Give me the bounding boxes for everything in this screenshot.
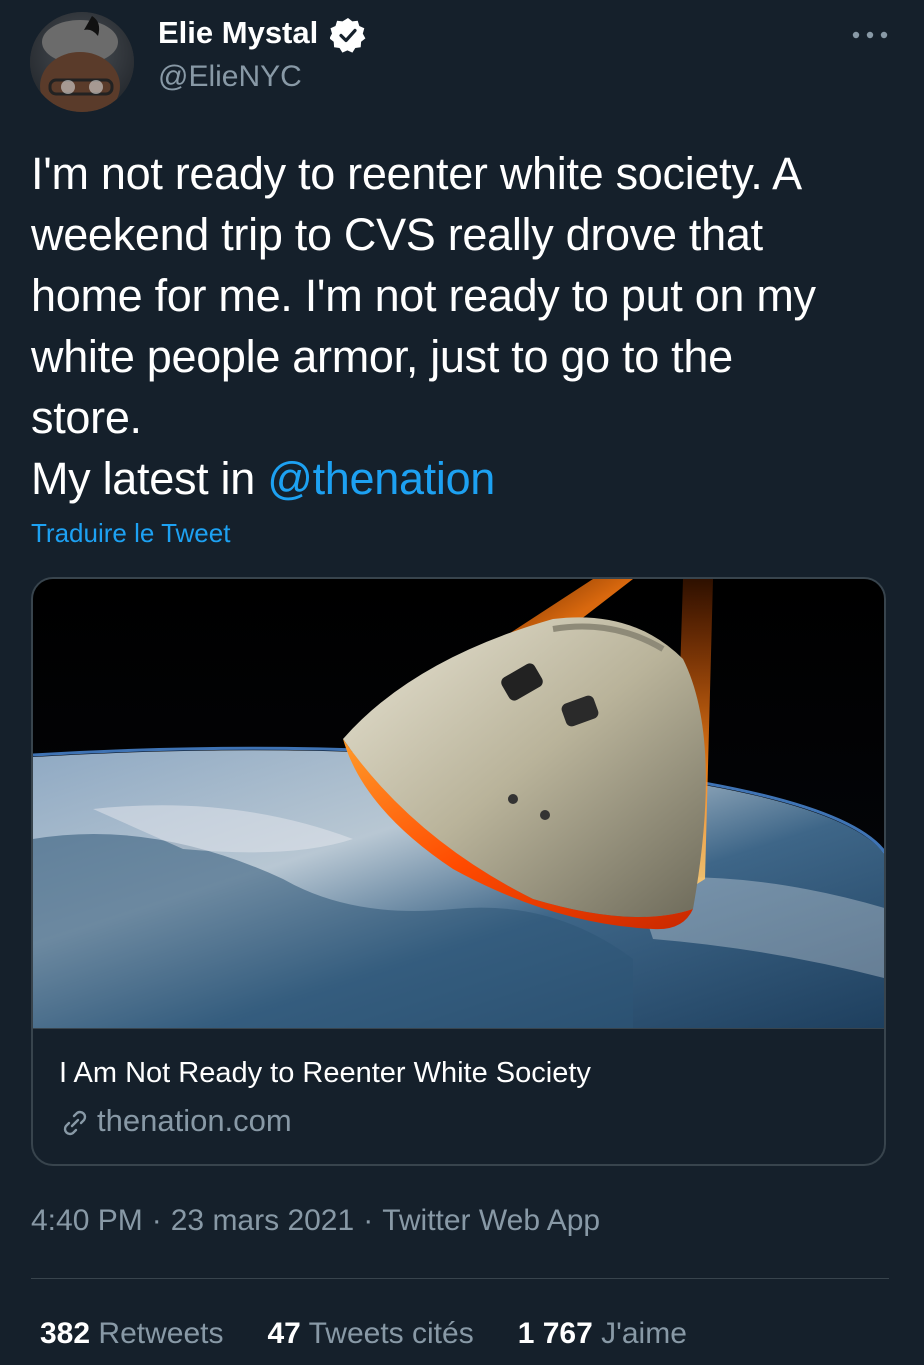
tweet-source[interactable]: Twitter Web App [382, 1204, 600, 1237]
card-title: I Am Not Ready to Reenter White Society [59, 1057, 591, 1089]
tweet-text: I'm not ready to reenter white society. … [31, 143, 901, 509]
translate-tweet-link[interactable]: Traduire le Tweet [31, 518, 230, 549]
tweet-timestamp: 4:40 PM · 23 mars 2021 · Twitter Web App [31, 1204, 600, 1238]
link-icon [63, 1110, 87, 1136]
likes-count: 1 767 [517, 1317, 593, 1350]
card-domain: thenation.com [97, 1103, 292, 1138]
verified-badge-icon [330, 18, 366, 53]
tweet-text-line: I'm not ready to reenter white society. … [31, 148, 802, 199]
likes-stat[interactable]: 1 767 J'aime [518, 1317, 687, 1351]
tweet-text-line: white people armor, just to go to the [31, 331, 733, 382]
tweet-stats: 382 Retweets 47 Tweets cités 1 767 J'aim… [40, 1317, 687, 1351]
latest-prefix: My latest in [31, 453, 268, 504]
avatar-image [30, 12, 134, 112]
author-handle[interactable]: @ElieNYC [158, 60, 302, 94]
card-info: I Am Not Ready to Reenter White Society … [33, 1028, 884, 1164]
quote-tweets-count: 47 [267, 1317, 301, 1350]
likes-label: J'aime [601, 1317, 687, 1350]
tweet-text-line: My latest in @thenation [31, 448, 901, 509]
author-avatar[interactable] [30, 12, 134, 112]
tweet-date[interactable]: 23 mars 2021 [171, 1204, 354, 1237]
retweets-stat[interactable]: 382 Retweets [40, 1317, 223, 1351]
retweets-count: 382 [40, 1317, 91, 1350]
meta-separator: · [363, 1204, 374, 1237]
tweet-time[interactable]: 4:40 PM [31, 1204, 143, 1237]
tweet-text-line: weekend trip to CVS really drove that [31, 209, 763, 260]
quote-tweets-label: Tweets cités [308, 1317, 474, 1350]
link-preview-card[interactable]: I Am Not Ready to Reenter White Society … [31, 577, 886, 1166]
divider [31, 1278, 889, 1279]
space-capsule-reentry-image [33, 579, 884, 1028]
retweets-label: Retweets [98, 1317, 224, 1350]
tweet-text-line: store. [31, 392, 142, 443]
mention-link[interactable]: @thenation [267, 453, 495, 504]
meta-separator: · [151, 1204, 162, 1237]
tweet-text-line: home for me. I'm not ready to put on my [31, 270, 816, 321]
quote-tweets-stat[interactable]: 47 Tweets cités [267, 1317, 473, 1351]
tweet-detail: Elie Mystal @ElieNYC I'm not ready to re… [0, 0, 924, 1365]
more-options-icon[interactable] [850, 28, 890, 42]
author-name[interactable]: Elie Mystal [158, 15, 318, 51]
